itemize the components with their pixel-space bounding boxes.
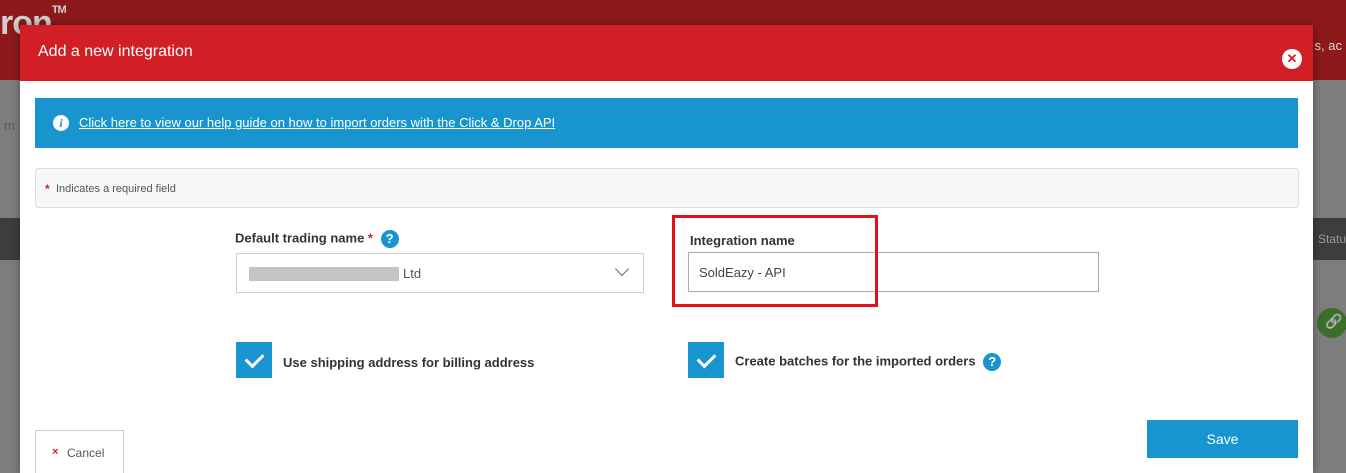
create-batches-help-icon[interactable]: ? <box>983 353 1002 371</box>
cancel-button[interactable]: × Cancel <box>35 430 124 473</box>
trading-name-select[interactable]: Ltd <box>236 253 644 293</box>
chevron-down-icon <box>614 261 630 277</box>
close-icon: × <box>52 446 59 458</box>
cancel-label: Cancel <box>67 446 105 460</box>
create-batches-label: Create batches for the imported orders ? <box>735 353 1002 371</box>
trading-name-help-icon[interactable]: ? <box>380 230 399 248</box>
background-status-column: Statu <box>1317 232 1346 246</box>
info-banner: i Click here to view our help guide on h… <box>35 98 1298 148</box>
background-logo-tm: TM <box>51 4 67 16</box>
required-note-text: Indicates a required field <box>56 183 176 195</box>
integration-name-label: Integration name <box>690 233 795 248</box>
background-left-fragment: m <box>4 118 15 133</box>
required-field-note: * Indicates a required field <box>35 168 1299 208</box>
background-topright-text: s, ac <box>1314 38 1342 53</box>
background-link-icon <box>1317 308 1346 338</box>
trading-name-required-star: * <box>367 230 373 246</box>
integration-name-input[interactable] <box>688 252 1099 292</box>
info-icon: i <box>53 115 69 131</box>
modal-header: Add a new integration ✕ <box>20 25 1313 81</box>
billing-address-label: Use shipping address for billing address <box>283 355 535 370</box>
redacted-trading-name <box>249 267 399 281</box>
save-button[interactable]: Save <box>1147 420 1298 458</box>
billing-address-checkbox[interactable] <box>236 342 272 378</box>
required-star: * <box>45 182 50 196</box>
create-batches-checkbox[interactable] <box>688 342 724 378</box>
add-integration-modal: Add a new integration ✕ i Click here to … <box>20 25 1313 473</box>
trading-name-label-text: Default trading name <box>235 230 365 246</box>
create-batches-label-text: Create batches for the imported orders <box>735 353 976 369</box>
trading-name-selected-value: Ltd <box>403 266 422 281</box>
trading-name-label: Default trading name * ? <box>235 230 399 248</box>
help-guide-link[interactable]: Click here to view our help guide on how… <box>79 115 555 130</box>
modal-title: Add a new integration <box>38 43 193 60</box>
close-icon[interactable]: ✕ <box>1282 49 1302 69</box>
